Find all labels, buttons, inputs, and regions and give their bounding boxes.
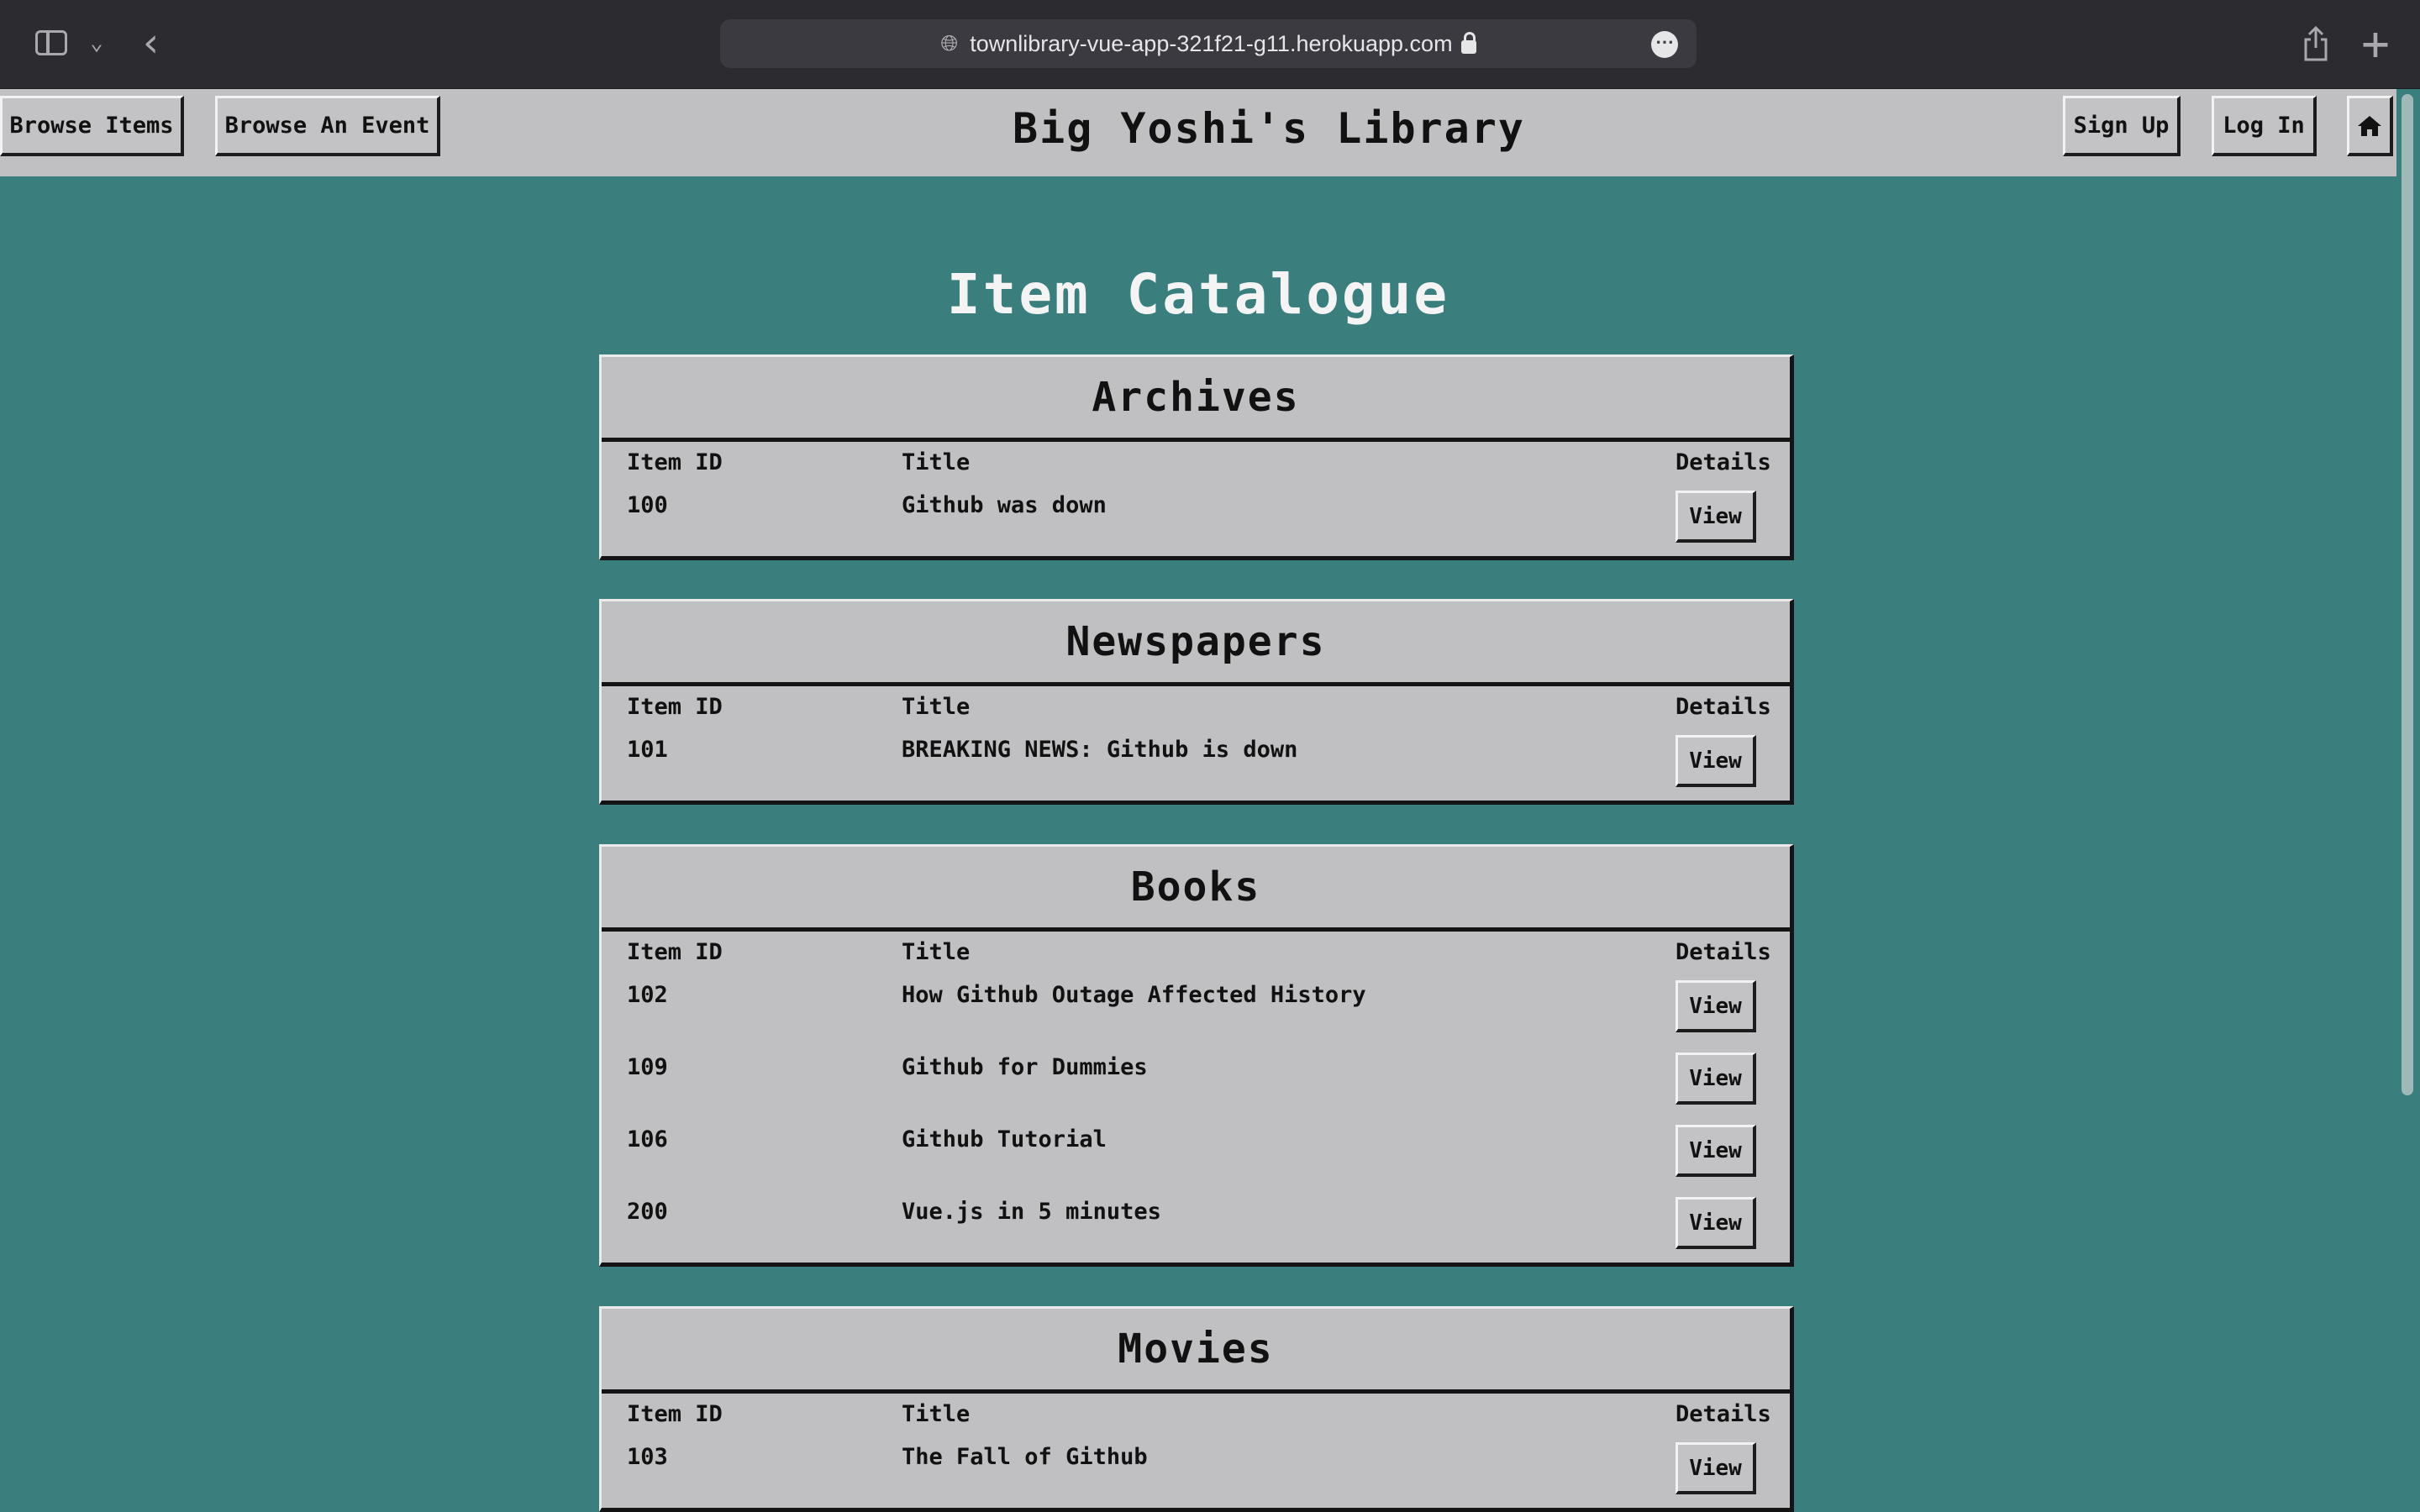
item-title: Github was down [902,492,1107,518]
item-id: 103 [627,1444,668,1470]
item-id: 101 [627,737,668,763]
category-title: Books [602,847,1790,932]
browse-event-button[interactable]: Browse An Event [215,96,440,156]
table-row: 109 Github for Dummies View [602,1046,1790,1118]
view-button[interactable]: View [1676,1053,1756,1105]
view-button[interactable]: View [1676,491,1756,543]
table-row: 106 Github Tutorial View [602,1118,1790,1190]
column-header-title: Title [902,694,971,720]
scrollbar-thumb[interactable] [2402,94,2413,1095]
view-button[interactable]: View [1676,735,1756,787]
column-header-details: Details [1676,449,1771,475]
more-icon[interactable]: ⋯ [1651,31,1678,58]
table-row: 103 The Fall of Github View [602,1436,1790,1508]
site-title: Big Yoshi's Library [1013,104,1525,153]
item-id: 100 [627,492,668,518]
item-id: 102 [627,982,668,1008]
view-button[interactable]: View [1676,1442,1756,1494]
column-headers: Item ID Title Details [602,932,1790,974]
column-header-item-id: Item ID [627,449,723,475]
chevron-down-icon[interactable]: ⌄ [84,30,109,55]
item-title: BREAKING NEWS: Github is down [902,737,1298,763]
table-row: 101 BREAKING NEWS: Github is down View [602,728,1790,801]
item-title: The Fall of Github [902,1444,1148,1470]
item-id: 109 [627,1054,668,1080]
view-button[interactable]: View [1676,980,1756,1032]
log-in-button[interactable]: Log In [2212,96,2317,156]
back-icon[interactable]: ‹ [134,19,168,66]
item-title: Github Tutorial [902,1126,1107,1152]
category-panel: Archives Item ID Title Details 100 Github was… [599,354,1794,560]
column-header-title: Title [902,449,971,475]
column-header-item-id: Item ID [627,694,723,720]
item-title: Vue.js in 5 minutes [902,1199,1161,1225]
item-id: 200 [627,1199,668,1225]
url-text: townlibrary-vue-app-321f21-g11.herokuapp… [970,30,1453,56]
column-headers: Item ID Title Details [602,1394,1790,1436]
share-icon[interactable] [2297,24,2334,64]
category-title: Archives [602,357,1790,442]
sign-up-button[interactable]: Sign Up [2063,96,2181,156]
column-header-item-id: Item ID [627,1401,723,1427]
column-headers: Item ID Title Details [602,686,1790,728]
sidebar-icon[interactable] [32,27,71,59]
column-headers: Item ID Title Details [602,442,1790,484]
column-header-title: Title [902,939,971,965]
category-title: Movies [602,1309,1790,1394]
page-title: Item Catalogue [946,262,1450,327]
item-id: 106 [627,1126,668,1152]
view-button[interactable]: View [1676,1125,1756,1177]
table-row: 200 Vue.js in 5 minutes View [602,1190,1790,1263]
item-title: How Github Outage Affected History [902,982,1366,1008]
site-navbar: Browse Items Browse An Event Big Yoshi's… [0,89,2396,176]
column-header-title: Title [902,1401,971,1427]
column-header-details: Details [1676,939,1771,965]
address-bar[interactable]: 🌐︎ townlibrary-vue-app-321f21-g11.heroku… [720,19,1697,68]
category-panel: Books Item ID Title Details 102 How Github Ou… [599,844,1794,1267]
view-button[interactable]: View [1676,1197,1756,1249]
plus-icon[interactable]: + [2356,17,2395,71]
category-panel: Newspapers Item ID Title Details 101 BREAKING… [599,599,1794,805]
column-header-details: Details [1676,694,1771,720]
table-row: 102 How Github Outage Affected History Vie… [602,974,1790,1046]
category-title: Newspapers [602,601,1790,686]
lock-icon [1460,32,1476,54]
home-button[interactable] [2347,96,2393,156]
column-header-details: Details [1676,1401,1771,1427]
table-row: 100 Github was down View [602,484,1790,556]
globe-icon: 🌐︎ [940,30,959,55]
page-scrollbar[interactable] [2396,89,2420,1512]
item-title: Github for Dummies [902,1054,1148,1080]
browser-toolbar: ⌄ ‹ 🌐︎ townlibrary-vue-app-321f21-g11.he… [0,0,2420,89]
category-panel: Movies Item ID Title Details 103 The Fall of … [599,1306,1794,1512]
home-icon [2358,115,2381,136]
column-header-item-id: Item ID [627,939,723,965]
browse-items-button[interactable]: Browse Items [0,96,184,156]
